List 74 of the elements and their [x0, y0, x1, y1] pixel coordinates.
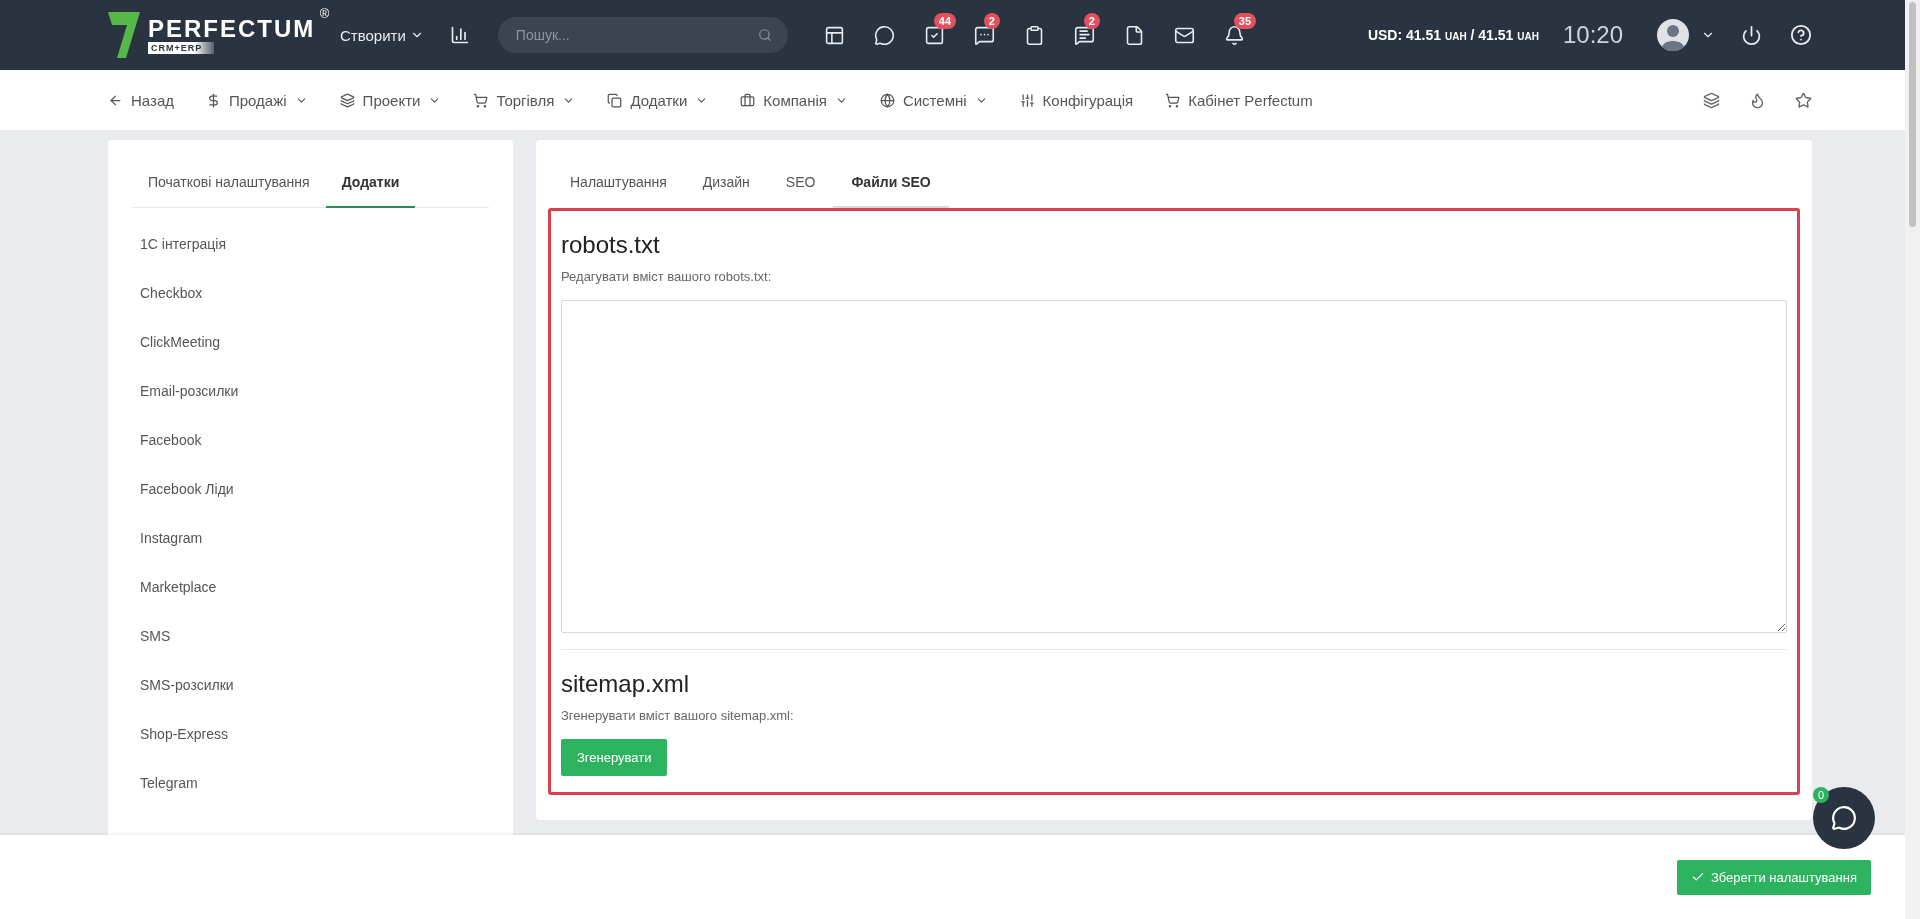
sidebar-tab[interactable]: Додатки — [325, 140, 416, 208]
sidebar-item[interactable]: Facebook Ліди — [132, 465, 489, 514]
settings-tab[interactable]: SEO — [767, 140, 834, 208]
currency-rate: USD: 41.51 UAH / 41.51 UAH — [1367, 27, 1539, 43]
comment-icon — [973, 24, 995, 46]
briefcase-icon — [740, 92, 756, 108]
section-title: sitemap.xml — [561, 670, 691, 698]
notification-button[interactable]: 44 — [923, 12, 957, 46]
robots-text-field[interactable] — [561, 300, 1787, 633]
search-field[interactable]: Пошук... — [497, 17, 788, 53]
count-badge: 2 — [983, 12, 1000, 29]
nav-link[interactable]: Продажі — [206, 91, 308, 109]
message-icon — [1073, 24, 1095, 46]
section-description: Згенерувати вміст вашого sitemap.xml: — [561, 708, 795, 723]
power-icon[interactable] — [1741, 24, 1762, 46]
sidebar-item[interactable]: Telegram — [132, 759, 489, 808]
flame-icon[interactable] — [1749, 91, 1766, 109]
chat-icon[interactable] — [873, 24, 895, 46]
help-icon[interactable] — [1790, 24, 1812, 46]
cart-icon — [1165, 92, 1181, 108]
cart-icon — [473, 92, 489, 108]
chat-icon — [1831, 805, 1857, 831]
logo-tagline: CRM+ERP — [148, 42, 215, 54]
settings-tab[interactable]: Дизайн — [684, 140, 768, 208]
notification-button[interactable]: 35 — [1223, 12, 1257, 46]
checkbox-icon — [923, 24, 945, 46]
notification-button[interactable]: 2 — [1073, 12, 1107, 46]
count-badge: 2 — [1083, 12, 1100, 29]
nav-link[interactable]: Назад — [108, 91, 174, 109]
logo-name: PERFECTUM — [148, 16, 316, 42]
bar-chart-icon[interactable] — [449, 25, 470, 45]
sidebar-item[interactable]: Marketplace — [132, 563, 489, 612]
search-icon — [757, 28, 772, 42]
count-badge: 35 — [1233, 12, 1257, 29]
sidebar-item[interactable]: SMS — [132, 612, 489, 661]
nav-link[interactable]: Кабінет Perfectum — [1165, 91, 1313, 109]
nav-link[interactable]: Проекти — [339, 91, 442, 109]
scrollbar-thumb[interactable] — [1909, 2, 1916, 227]
nav-link[interactable]: Конфігурація — [1019, 91, 1134, 109]
sidebar-item[interactable]: Checkbox — [132, 269, 489, 318]
settings-tab[interactable]: Файли SEO — [833, 140, 949, 208]
dollar-icon — [206, 92, 221, 108]
avatar[interactable] — [1657, 19, 1689, 51]
sidebar-item[interactable]: Email-розсилки — [132, 367, 489, 416]
bell-icon — [1223, 24, 1245, 46]
star-icon[interactable] — [1795, 91, 1812, 109]
sidebar-item[interactable]: Facebook — [132, 416, 489, 465]
sidebar-tab[interactable]: Початкові налаштування — [132, 140, 326, 208]
section-description: Редагувати вміст вашого robots.txt: — [561, 269, 773, 284]
settings-tab[interactable]: Налаштування — [552, 140, 685, 208]
nav-link[interactable]: Торгівля — [473, 91, 576, 109]
nav-link[interactable]: Системні — [879, 91, 988, 109]
sidebar-item[interactable]: 1С інтеграція — [132, 220, 489, 269]
check-icon — [1690, 870, 1705, 884]
sidebar-item[interactable]: Instagram — [132, 514, 489, 563]
section-title: robots.txt — [561, 231, 661, 259]
copy-icon — [607, 92, 623, 108]
count-badge: 44 — [933, 12, 957, 29]
notification-button[interactable]: 2 — [973, 12, 1007, 46]
layout-icon[interactable] — [823, 24, 845, 46]
logo-mark-icon — [108, 12, 140, 58]
layers-icon — [339, 92, 355, 108]
registered-mark: ® — [319, 6, 330, 21]
create-menu[interactable]: Створити — [340, 26, 424, 44]
nav-link[interactable]: Компанія — [740, 91, 848, 109]
sliders-icon — [1019, 92, 1035, 108]
clock-time: 10:20 — [1562, 21, 1623, 49]
count-badge: 0 — [1813, 787, 1829, 803]
sidebar-item[interactable]: Shop-Express — [132, 710, 489, 759]
sidebar-item[interactable]: ClickMeeting — [132, 318, 489, 367]
nav-link[interactable]: Додатки — [607, 91, 709, 109]
layers-icon[interactable] — [1703, 91, 1720, 109]
sidebar-item[interactable]: SMS-розсилки — [132, 661, 489, 710]
globe-icon — [879, 92, 895, 108]
